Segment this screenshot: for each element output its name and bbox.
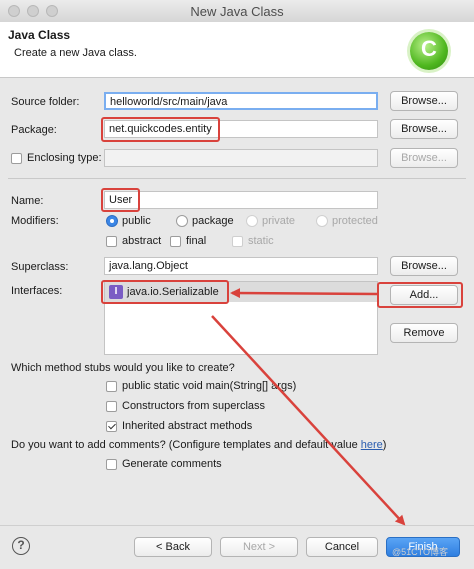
arrow-to-interface [230, 288, 378, 299]
arrow-to-finish [211, 315, 406, 526]
annotation-arrows [211, 288, 406, 526]
